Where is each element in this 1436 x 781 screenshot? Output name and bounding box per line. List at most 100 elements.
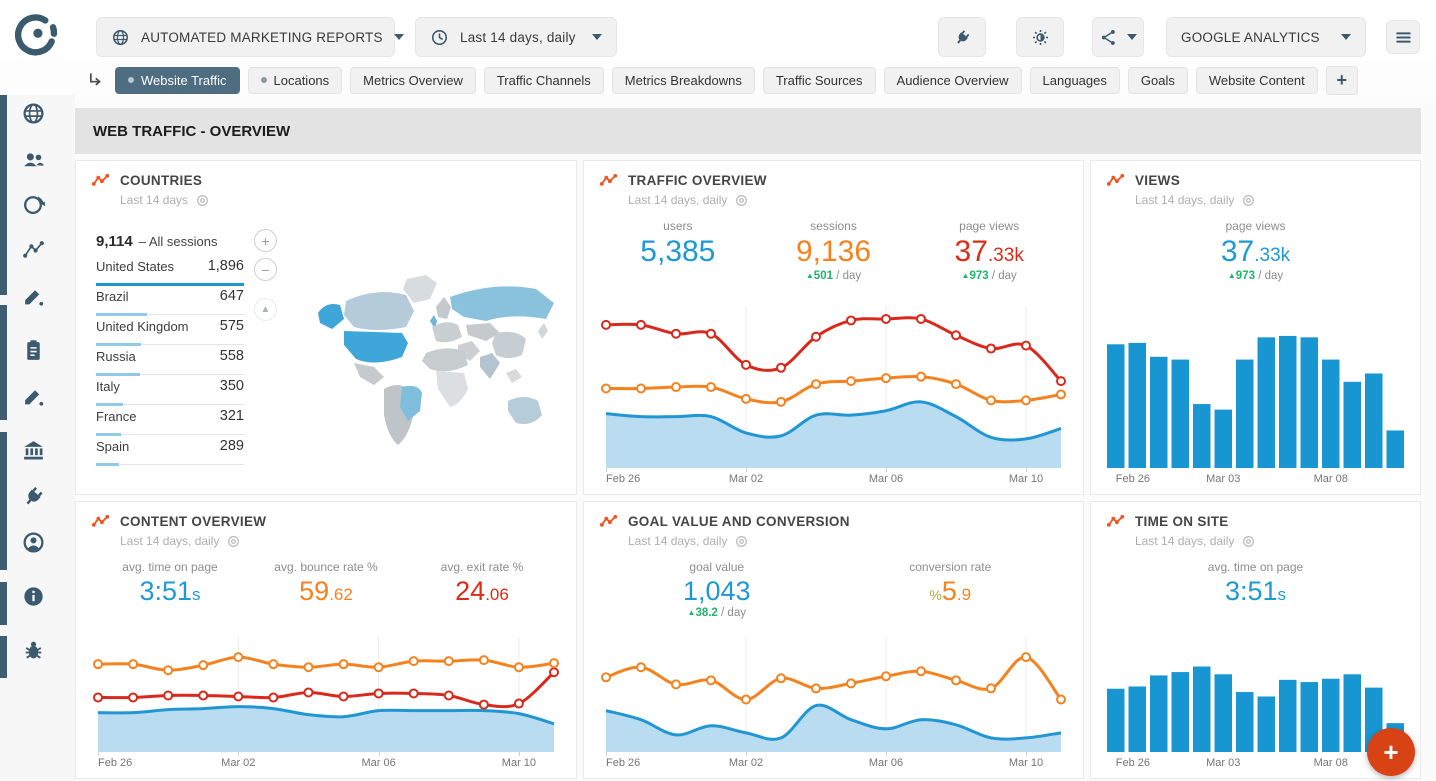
date-range-label: Last 14 days, daily xyxy=(460,30,576,45)
chart-x-axis: Feb 26Mar 02Mar 06Mar 10 xyxy=(92,752,560,770)
app-logo[interactable] xyxy=(15,14,59,58)
sidebar-info-icon[interactable] xyxy=(21,584,46,609)
card-subtitle: Last 14 days xyxy=(120,193,188,207)
card-title: GOAL VALUE AND CONVERSION xyxy=(628,514,850,529)
map-zoom-out-button[interactable]: − xyxy=(254,258,277,281)
traffic-overview-chart: Feb 26Mar 02Mar 06Mar 10 xyxy=(600,306,1067,486)
chart-x-axis: Feb 26Mar 03Mar 08 xyxy=(1107,752,1404,770)
goal-value-chart: Feb 26Mar 02Mar 06Mar 10 xyxy=(600,637,1067,770)
content-overview-chart: Feb 26Mar 02Mar 06Mar 10 xyxy=(92,637,560,770)
plus-icon: + xyxy=(1336,70,1347,91)
metric-conversion-rate: conversion rate %5.9 xyxy=(834,560,1068,619)
chart-pulse-icon xyxy=(1107,515,1125,529)
world-map[interactable] xyxy=(310,273,568,465)
tab-languages[interactable]: Languages xyxy=(1030,67,1120,94)
chart-pulse-icon xyxy=(600,515,618,529)
sidebar-integrations-icon[interactable] xyxy=(21,484,46,509)
add-widget-fab[interactable]: + xyxy=(1367,728,1415,776)
target-icon xyxy=(227,535,240,548)
delta-up-icon: ▲ xyxy=(1228,271,1236,280)
sidebar-edit-icon[interactable] xyxy=(21,284,46,309)
clock-icon xyxy=(430,28,449,47)
tab-website-traffic[interactable]: Website Traffic xyxy=(115,67,240,94)
sidebar-compose-icon[interactable] xyxy=(21,384,46,409)
sidebar-accent xyxy=(0,95,7,295)
hamburger-icon xyxy=(1394,28,1413,47)
chart-pulse-icon xyxy=(600,174,618,188)
tab-traffic-sources[interactable]: Traffic Sources xyxy=(763,67,876,94)
card-content-overview: CONTENT OVERVIEW Last 14 days, daily avg… xyxy=(75,501,577,779)
report-selector-label: AUTOMATED MARKETING REPORTS xyxy=(141,30,383,45)
dashboard-tabs: Website Traffic Locations Metrics Overvi… xyxy=(85,60,1358,100)
sidebar-account-bank-icon[interactable] xyxy=(21,438,46,463)
card-subtitle: Last 14 days, daily xyxy=(628,534,727,548)
add-tab-button[interactable]: + xyxy=(1326,66,1358,95)
metric-avg-exit-rate: avg. exit rate % 24.06 xyxy=(404,560,560,605)
chart-pulse-icon xyxy=(1107,174,1125,188)
globe-icon xyxy=(111,28,130,47)
chevron-down-icon xyxy=(1127,34,1137,40)
chart-x-axis: Feb 26Mar 03Mar 08 xyxy=(1107,468,1404,486)
tab-locations[interactable]: Locations xyxy=(248,67,343,94)
sidebar-reports-icon[interactable] xyxy=(21,338,46,363)
card-subtitle: Last 14 days, daily xyxy=(1135,534,1234,548)
metric-avg-time-on-page: avg. time on page 3:51s xyxy=(1107,560,1404,605)
map-zoom-in-button[interactable]: + xyxy=(254,229,277,252)
tab-goals[interactable]: Goals xyxy=(1128,67,1188,94)
chart-plot xyxy=(92,637,560,752)
card-views: VIEWS Last 14 days, daily page views 37.… xyxy=(1090,160,1421,495)
card-countries: COUNTRIES Last 14 days 9,114 – All sessi… xyxy=(75,160,577,495)
tab-metrics-breakdowns[interactable]: Metrics Breakdowns xyxy=(612,67,755,94)
integration-selector-label: GOOGLE ANALYTICS xyxy=(1181,30,1320,45)
card-title: VIEWS xyxy=(1135,173,1180,188)
tab-website-content[interactable]: Website Content xyxy=(1196,67,1318,94)
sidebar-audience-icon[interactable] xyxy=(21,147,46,172)
tab-dot xyxy=(128,77,134,83)
plug-icon xyxy=(953,28,972,47)
tab-traffic-channels[interactable]: Traffic Channels xyxy=(484,67,604,94)
card-subtitle: Last 14 days, daily xyxy=(120,534,219,548)
metric-avg-time-on-page: avg. time on page 3:51s xyxy=(92,560,248,605)
date-range-selector[interactable]: Last 14 days, daily xyxy=(415,17,617,57)
chart-x-axis: Feb 26Mar 02Mar 06Mar 10 xyxy=(600,468,1067,486)
time-on-site-chart: Feb 26Mar 03Mar 08 xyxy=(1107,637,1404,770)
views-chart: Feb 26Mar 03Mar 08 xyxy=(1107,325,1404,486)
sidebar-bug-report-icon[interactable] xyxy=(21,638,46,663)
sidebar-accent xyxy=(0,582,7,625)
metric-page-views: page views 37.33k ▲973 / day xyxy=(911,219,1067,282)
sidebar-account-icon[interactable] xyxy=(21,530,46,555)
map-recenter-button[interactable]: ▲ xyxy=(254,298,277,321)
target-icon xyxy=(1242,535,1255,548)
chart-plot xyxy=(1107,325,1404,468)
target-icon xyxy=(196,194,209,207)
metric-goal-value: goal value 1,043 ▲38.2 / day xyxy=(600,560,834,619)
sidebar-metrics-icon[interactable] xyxy=(21,238,46,263)
country-row-united-states: United States1,896 xyxy=(96,255,244,285)
country-row-united-kingdom: United Kingdom575 xyxy=(96,315,244,345)
sidebar-accent xyxy=(0,636,7,678)
card-subtitle: Last 14 days, daily xyxy=(1135,193,1234,207)
country-row-spain: Spain289 xyxy=(96,435,244,465)
menu-button[interactable] xyxy=(1386,20,1420,54)
share-button[interactable] xyxy=(1092,17,1144,57)
chevron-down-icon xyxy=(1341,34,1351,40)
card-title: TRAFFIC OVERVIEW xyxy=(628,173,767,188)
sidebar-accent xyxy=(0,432,7,570)
sidebar-world-sessions-icon[interactable] xyxy=(21,192,46,217)
page-title: WEB TRAFFIC - OVERVIEW xyxy=(75,108,1421,154)
target-icon xyxy=(735,535,748,548)
integration-selector[interactable]: GOOGLE ANALYTICS xyxy=(1166,17,1366,57)
tab-metrics-overview[interactable]: Metrics Overview xyxy=(350,67,476,94)
integrations-button[interactable] xyxy=(938,17,986,57)
all-sessions-total: 9,114 – All sessions xyxy=(96,233,276,250)
chart-pulse-icon xyxy=(92,515,110,529)
share-icon xyxy=(1099,28,1118,47)
subdirectory-arrow-icon xyxy=(85,70,105,90)
report-selector[interactable]: AUTOMATED MARKETING REPORTS xyxy=(96,17,395,57)
sidebar-accent xyxy=(0,305,7,420)
theme-toggle-button[interactable] xyxy=(1016,17,1064,57)
card-title: CONTENT OVERVIEW xyxy=(120,514,266,529)
sidebar-web-icon[interactable] xyxy=(21,101,46,126)
card-subtitle: Last 14 days, daily xyxy=(628,193,727,207)
tab-audience-overview[interactable]: Audience Overview xyxy=(884,67,1022,94)
